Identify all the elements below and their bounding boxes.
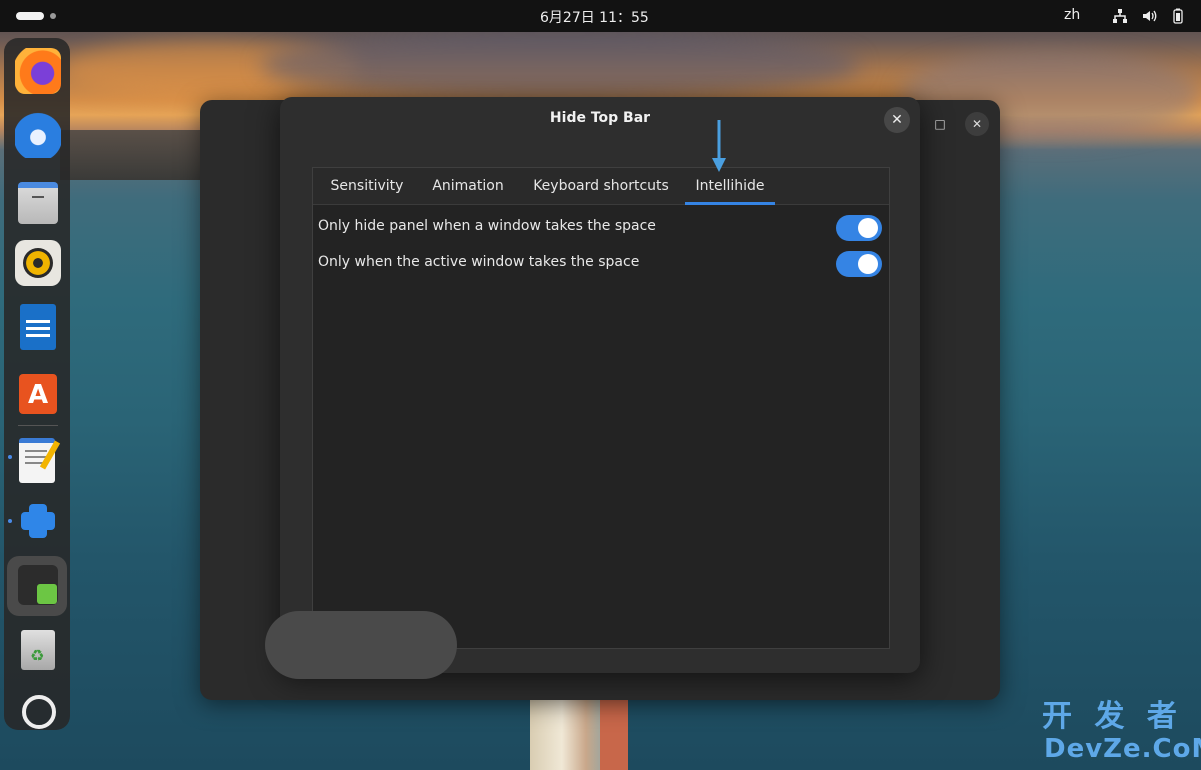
activities-icon[interactable] bbox=[16, 12, 44, 20]
dock: A ♻ bbox=[4, 38, 70, 730]
show-apps-icon[interactable] bbox=[15, 688, 61, 734]
beach bbox=[530, 690, 610, 770]
toggle-switch[interactable] bbox=[836, 215, 882, 241]
close-button[interactable]: ✕ bbox=[884, 107, 910, 133]
setting-row: Only hide panel when a window takes the … bbox=[313, 210, 889, 246]
battery-icon[interactable] bbox=[1170, 8, 1186, 24]
tab-animation[interactable]: Animation bbox=[421, 168, 515, 204]
rhythmbox-icon[interactable] bbox=[15, 240, 61, 286]
volume-icon[interactable] bbox=[1141, 8, 1157, 24]
pier bbox=[600, 700, 628, 770]
app-center-icon[interactable]: A bbox=[15, 368, 61, 414]
dark-cloud bbox=[260, 30, 860, 100]
input-language[interactable]: zh bbox=[1064, 7, 1080, 23]
thunderbird-icon[interactable] bbox=[15, 112, 61, 158]
toggle-switch[interactable] bbox=[836, 251, 882, 277]
maximize-button[interactable]: □ bbox=[928, 112, 952, 136]
running-indicator bbox=[8, 455, 12, 459]
files-icon[interactable] bbox=[15, 176, 61, 224]
libreoffice-writer-icon[interactable] bbox=[15, 304, 61, 350]
tab-sensitivity[interactable]: Sensitivity bbox=[321, 168, 413, 204]
dialog-title: Hide Top Bar bbox=[549, 110, 651, 126]
watermark-line1: 开 发 者 bbox=[1042, 699, 1183, 734]
close-button[interactable]: ✕ bbox=[965, 112, 989, 136]
extension-manager-icon[interactable] bbox=[15, 562, 61, 608]
port-cranes bbox=[60, 130, 200, 180]
workspace-indicator[interactable] bbox=[50, 13, 56, 19]
watermark-line2: DevZe.CoM bbox=[1044, 734, 1201, 764]
tab-intellihide[interactable]: Intellihide bbox=[685, 168, 775, 205]
setting-row: Only when the active window takes the sp… bbox=[313, 246, 889, 282]
running-indicator bbox=[8, 519, 12, 523]
tab-keyboard-shortcuts[interactable]: Keyboard shortcuts bbox=[523, 168, 679, 204]
switch-knob bbox=[858, 254, 878, 274]
switch-knob bbox=[858, 218, 878, 238]
notification-blob bbox=[265, 611, 457, 679]
extensions-icon[interactable] bbox=[15, 498, 61, 544]
top-bar: 6月27日 11：55 zh bbox=[0, 0, 1201, 32]
setting-label: Only when the active window takes the sp… bbox=[318, 254, 640, 270]
annotation-arrow-icon bbox=[712, 120, 726, 172]
trash-icon[interactable]: ♻ bbox=[15, 626, 61, 672]
hide-top-bar-dialog: Hide Top Bar ✕ Sensitivity Animation Key… bbox=[280, 97, 920, 673]
setting-label: Only hide panel when a window takes the … bbox=[318, 218, 656, 234]
text-editor-icon[interactable] bbox=[15, 434, 61, 483]
network-icon[interactable] bbox=[1112, 8, 1128, 24]
tab-bar: Sensitivity Animation Keyboard shortcuts… bbox=[313, 168, 889, 205]
clock[interactable]: 6月27日 11：55 bbox=[540, 7, 649, 27]
dock-separator bbox=[18, 425, 58, 426]
settings-notebook: Sensitivity Animation Keyboard shortcuts… bbox=[312, 167, 890, 649]
firefox-icon[interactable] bbox=[15, 48, 61, 94]
